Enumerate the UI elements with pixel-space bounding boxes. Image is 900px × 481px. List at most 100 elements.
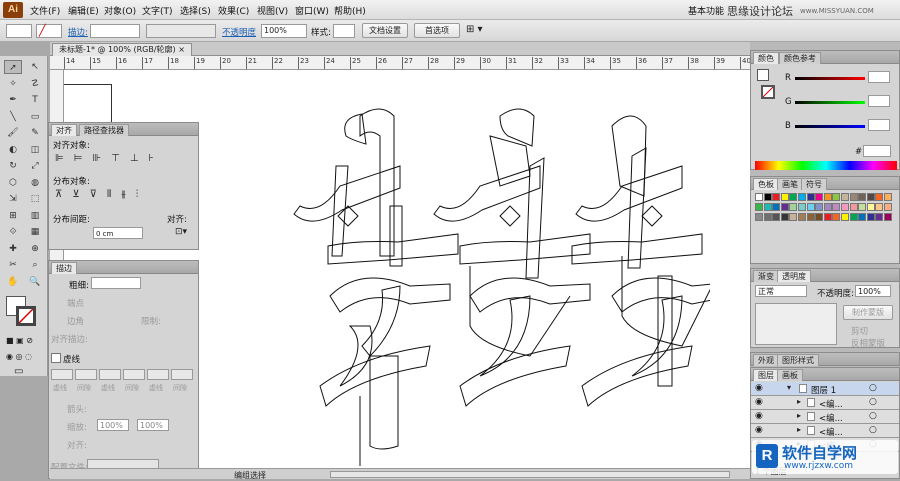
tool-icon-24[interactable]: ✂ xyxy=(4,258,22,272)
g-slider[interactable] xyxy=(795,101,865,104)
tool-icon-20[interactable]: ⟐ xyxy=(4,225,22,239)
swatch[interactable] xyxy=(832,213,841,221)
tool-icon-0[interactable]: ➚ xyxy=(4,60,22,74)
tool-icon-16[interactable]: ⇲ xyxy=(4,192,22,206)
swatch[interactable] xyxy=(866,203,875,211)
tool-icon-27[interactable]: 🔍 xyxy=(26,275,44,289)
swatch[interactable] xyxy=(763,213,772,221)
tool-icon-15[interactable]: ◍ xyxy=(26,176,44,190)
tool-icon-21[interactable]: ▦ xyxy=(26,225,44,239)
menu-item-3[interactable]: 文字(T) xyxy=(142,4,173,17)
swatch[interactable] xyxy=(884,213,892,221)
swatch[interactable] xyxy=(849,193,858,201)
tab-transparency[interactable]: 透明度 xyxy=(777,270,811,282)
swatch[interactable] xyxy=(763,193,772,201)
color-mode-icons[interactable]: ■ ▣ ⊘ xyxy=(6,336,42,346)
swatch[interactable] xyxy=(875,203,884,211)
preferences-button[interactable]: 首选项 xyxy=(414,23,460,38)
stroke-label[interactable]: 描边: xyxy=(68,26,88,38)
tool-icon-1[interactable]: ↖ xyxy=(26,60,44,74)
variable-width-select[interactable] xyxy=(146,24,216,38)
tab-appearance[interactable]: 外观 xyxy=(753,354,779,366)
blend-mode-select[interactable]: 正常 xyxy=(755,285,807,297)
document-setup-button[interactable]: 文档设置 xyxy=(362,23,408,38)
dash-field[interactable] xyxy=(123,369,145,380)
swatch[interactable] xyxy=(858,193,867,201)
tool-icon-8[interactable]: 🖌 xyxy=(4,126,22,140)
tab-gradient[interactable]: 渐变 xyxy=(753,270,779,282)
tool-icon-2[interactable]: ✧ xyxy=(4,77,22,91)
dash-field[interactable] xyxy=(75,369,97,380)
draw-mode-icons[interactable]: ◉ ◎ ◌ xyxy=(6,352,42,362)
tab-align[interactable]: 对齐 xyxy=(51,124,77,136)
swatch-grid[interactable] xyxy=(755,193,895,261)
fill-swatch[interactable] xyxy=(6,24,32,38)
swatch[interactable] xyxy=(763,203,772,211)
tool-icon-18[interactable]: ⊞ xyxy=(4,209,22,223)
tab-symbols[interactable]: 符号 xyxy=(801,178,827,190)
swatch[interactable] xyxy=(806,193,815,201)
r-slider[interactable] xyxy=(795,77,865,80)
menu-item-4[interactable]: 选择(S) xyxy=(180,4,211,17)
swatch[interactable] xyxy=(815,193,824,201)
swatch[interactable] xyxy=(755,203,763,211)
dash-field[interactable] xyxy=(147,369,169,380)
tool-icon-11[interactable]: ◫ xyxy=(26,143,44,157)
dashed-checkbox[interactable] xyxy=(51,353,61,363)
swatch[interactable] xyxy=(789,193,798,201)
tool-icon-17[interactable]: ⬚ xyxy=(26,192,44,206)
swatch[interactable] xyxy=(849,203,858,211)
eye-icon[interactable]: ◉ xyxy=(755,411,763,421)
swatch[interactable] xyxy=(780,213,789,221)
swatch[interactable] xyxy=(755,213,763,221)
tool-icon-19[interactable]: ▥ xyxy=(26,209,44,223)
align-objects-buttons[interactable]: ⊫⊨⊪⊤⊥⊦ xyxy=(55,153,164,164)
b-field[interactable] xyxy=(868,119,890,131)
swatch[interactable] xyxy=(780,203,789,211)
menu-item-7[interactable]: 窗口(W) xyxy=(295,4,329,17)
swatch[interactable] xyxy=(780,193,789,201)
target-icon[interactable]: ○ xyxy=(869,397,877,407)
swatch[interactable] xyxy=(789,213,798,221)
swatch[interactable] xyxy=(772,203,781,211)
tool-icon-9[interactable]: ✎ xyxy=(26,126,44,140)
layer-row[interactable]: ◉ ▾ 图层 1 ○ xyxy=(751,382,899,396)
tab-graphic-styles[interactable]: 图形样式 xyxy=(777,354,819,366)
eye-icon[interactable]: ◉ xyxy=(755,425,763,435)
tool-icon-6[interactable]: ╲ xyxy=(4,110,22,124)
scale-start-field[interactable]: 100% xyxy=(97,419,129,431)
r-field[interactable] xyxy=(868,71,890,83)
swatch[interactable] xyxy=(823,203,832,211)
swatch[interactable] xyxy=(832,193,841,201)
stroke-weight-field[interactable] xyxy=(90,24,140,38)
align-to-select[interactable]: ⊡▾ xyxy=(175,227,187,237)
menu-item-2[interactable]: 对象(O) xyxy=(104,4,136,17)
swatch[interactable] xyxy=(798,193,806,201)
menu-item-8[interactable]: 帮助(H) xyxy=(334,4,366,17)
sublayer-row[interactable]: ◉ ▸ <编... ○ xyxy=(751,424,899,438)
swatch[interactable] xyxy=(823,193,832,201)
sublayer-row[interactable]: ◉ ▸ <编... ○ xyxy=(751,410,899,424)
distribute-objects-buttons[interactable]: ⊼⊻⊽⫴⫵⫶ xyxy=(55,189,148,200)
swatch[interactable] xyxy=(798,203,806,211)
tab-brushes[interactable]: 画笔 xyxy=(777,178,803,190)
swatch[interactable] xyxy=(884,203,892,211)
swatch[interactable] xyxy=(772,213,781,221)
swatch[interactable] xyxy=(858,213,867,221)
stroke-indicator[interactable] xyxy=(761,85,775,99)
target-icon[interactable]: ○ xyxy=(869,383,877,393)
tool-icon-7[interactable]: ▭ xyxy=(26,110,44,124)
tab-pathfinder[interactable]: 路径查找器 xyxy=(79,124,129,136)
style-select[interactable] xyxy=(333,24,355,38)
swatch[interactable] xyxy=(755,193,763,201)
stroke-color-box[interactable] xyxy=(16,306,36,326)
opacity-label[interactable]: 不透明度 xyxy=(222,26,256,38)
stroke-swatch[interactable]: ╱ xyxy=(36,24,62,38)
menu-item-1[interactable]: 编辑(E) xyxy=(68,4,99,17)
swatch[interactable] xyxy=(815,213,824,221)
tool-icon-14[interactable]: ⬡ xyxy=(4,176,22,190)
tab-artboards[interactable]: 画板 xyxy=(777,369,803,381)
tool-icon-22[interactable]: ✚ xyxy=(4,242,22,256)
tool-icon-12[interactable]: ↻ xyxy=(4,159,22,173)
swatch[interactable] xyxy=(875,193,884,201)
